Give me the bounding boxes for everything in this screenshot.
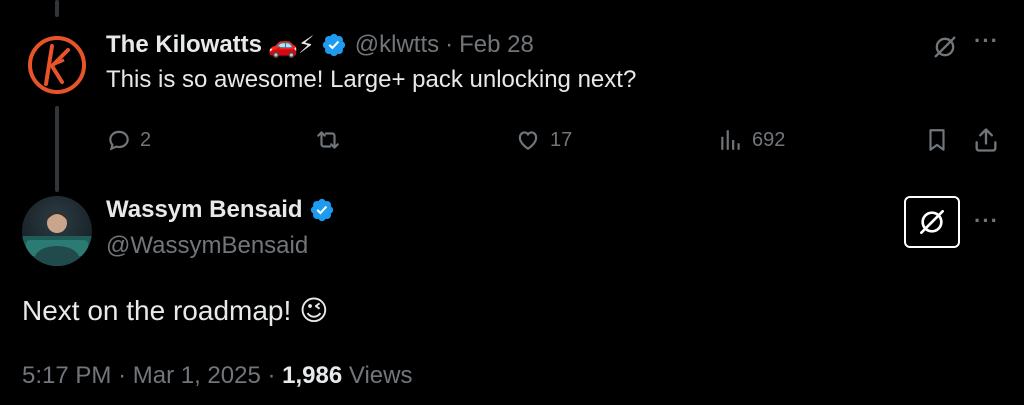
main-tweet-text: Next on the roadmap! 😉 (22, 294, 328, 327)
grok-icon (920, 210, 944, 234)
separator: · (118, 362, 127, 389)
author-name[interactable]: The Kilowatts (106, 31, 262, 59)
share-icon (975, 128, 997, 152)
grok-button[interactable] (928, 32, 962, 62)
grok-button[interactable] (904, 196, 960, 248)
main-tweet-header: Wassym Bensaid (106, 196, 335, 224)
thread-view: The Kilowatts 🚗⚡ @klwtts · Feb 28 This i… (0, 0, 1024, 405)
like-icon (518, 131, 538, 150)
view-count: 692 (752, 128, 786, 151)
separator: · (267, 362, 276, 389)
bookmark-icon (929, 129, 945, 151)
thread-line (55, 106, 59, 192)
author-name[interactable]: Wassym Bensaid (106, 196, 303, 224)
reply-header: The Kilowatts 🚗⚡ @klwtts · Feb 28 (106, 28, 534, 62)
views-count: 1,986 (282, 362, 343, 389)
more-options-button[interactable]: ··· (974, 208, 999, 234)
views-label: Views (348, 362, 413, 389)
verified-badge-icon (310, 198, 333, 222)
verified-badge-icon (322, 33, 345, 57)
kilowatts-avatar[interactable] (22, 30, 92, 100)
repost-button[interactable] (314, 120, 350, 160)
tweet-body: Next on the roadmap! (22, 294, 292, 326)
share-button[interactable] (972, 120, 1000, 160)
author-handle[interactable]: @WassymBensaid (106, 232, 308, 260)
tweet-date[interactable]: Mar 1, 2025 (133, 362, 261, 389)
reply-count: 2 (140, 128, 152, 151)
grok-icon (934, 36, 956, 58)
more-options-button[interactable]: ··· (974, 28, 999, 54)
like-count: 17 (550, 128, 573, 151)
author-handle[interactable]: @klwtts (355, 31, 439, 59)
tweet-time[interactable]: 5:17 PM (22, 362, 111, 389)
like-button[interactable]: 17 (514, 120, 572, 160)
tweet-date[interactable]: Feb 28 (459, 31, 534, 59)
repost-icon (317, 131, 339, 149)
tweet-metadata: 5:17 PM · Mar 1, 2025 · 1,986 Views (22, 362, 412, 390)
author-emojis: 🚗⚡ (268, 31, 315, 59)
reply-button[interactable]: 2 (106, 120, 151, 160)
reply-text: This is so awesome! Large+ pack unlockin… (106, 66, 637, 93)
reply-actions: 2 17 692 (106, 120, 1006, 160)
reply-icon (109, 130, 129, 151)
analytics-icon (721, 130, 740, 150)
kilowatts-logo-icon (28, 36, 86, 94)
wassym-avatar[interactable] (22, 196, 92, 266)
bookmark-button[interactable] (924, 120, 950, 160)
thread-line (55, 0, 59, 17)
separator: · (445, 31, 454, 58)
views-button[interactable]: 692 (718, 120, 785, 160)
wink-emoji: 😉 (299, 295, 329, 326)
person-photo-icon (22, 212, 92, 266)
